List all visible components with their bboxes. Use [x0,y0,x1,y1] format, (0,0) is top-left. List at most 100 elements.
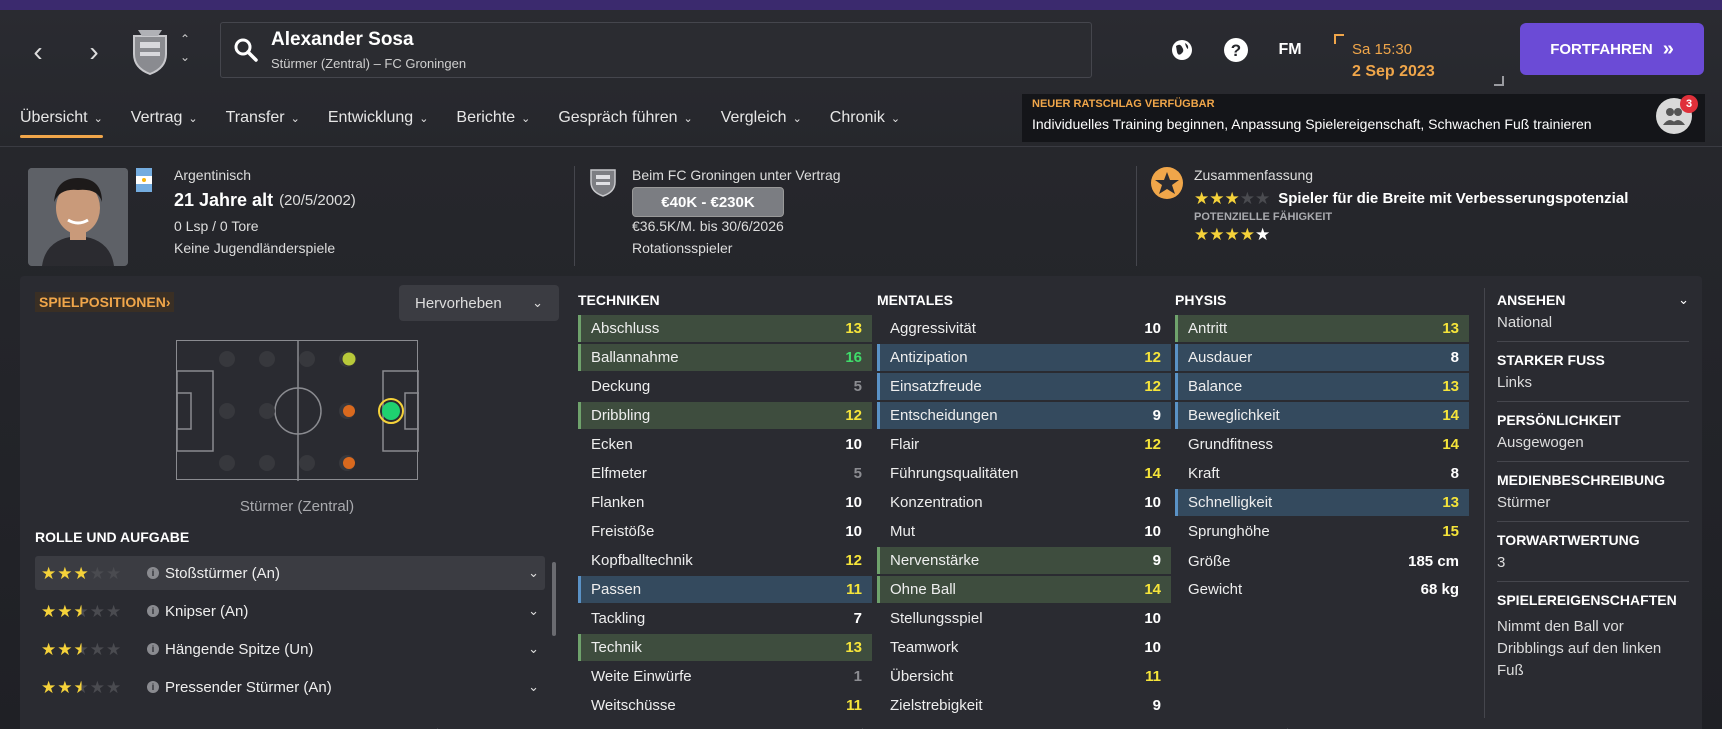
technical-attribute-row[interactable]: Passen 11 [578,576,872,603]
tab-7[interactable]: Chronik ⌄ [830,98,900,138]
mental-attribute-row[interactable]: Zielstrebigkeit 9 [877,692,1171,719]
position-pitch[interactable] [176,340,419,481]
technical-attribute-row[interactable]: Ballannahme 16 [578,344,872,371]
fm-menu-icon[interactable]: FM [1272,32,1308,68]
mental-attribute-row[interactable]: Stellungsspiel 10 [877,605,1171,632]
height-label: Größe [1188,553,1231,570]
technical-attribute-row[interactable]: Dribbling 12 [578,402,872,429]
chevron-down-icon[interactable]: ⌄ [528,679,539,695]
help-icon[interactable]: ? [1218,32,1254,68]
forward-arrow-icon[interactable]: › [72,30,116,74]
advice-text[interactable]: Individuelles Training beginnen, Anpassu… [1032,116,1695,132]
nationality[interactable]: Argentinisch [174,167,251,183]
tab-bar: Übersicht ⌄ Vertrag ⌄ Transfer ⌄ Entwicklung ⌄ B… [20,98,928,138]
role-rating-stars: ★ ★ ★ ★ ★ [41,641,141,658]
international-caps: 0 Lsp / 0 Tore [174,218,259,234]
mental-attribute-row[interactable]: Mut 10 [877,518,1171,545]
chevron-down-icon[interactable]: ⌄ [528,565,539,581]
summary-text: Spieler für die Breite mit Verbesserungs… [1278,190,1629,207]
role-row[interactable]: ★ ★ ★ ★ ★ i Hängende Spitze (Un) ⌄ [35,632,545,666]
positions-title-link[interactable]: SPIELPOSITIONEN› [35,292,175,312]
game-date[interactable]: 2 Sep 2023 [1352,63,1435,81]
chevron-down-icon[interactable]: ⌄ [528,603,539,619]
mental-attribute-row[interactable]: Ohne Ball 14 [877,576,1171,603]
continue-button[interactable]: FORTFAHREN » [1520,23,1704,75]
physical-title: PHYSIS [1175,292,1227,308]
chevron-down-icon[interactable]: ⌄ [1678,292,1689,308]
mental-attribute-row[interactable]: Entscheidungen 9 [877,402,1171,429]
physical-attribute-row[interactable]: Beweglichkeit 14 [1175,402,1469,429]
mental-attribute-row[interactable]: Antizipation 12 [877,344,1171,371]
info-icon[interactable]: i [147,605,159,617]
mental-attribute-row[interactable]: Teamwork 10 [877,634,1171,661]
mental-attribute-row[interactable]: Übersicht 11 [877,663,1171,690]
advice-banner[interactable]: NEUER RATSCHLAG VERFÜGBAR Individuelles … [1022,94,1705,142]
mental-attribute-row[interactable]: Nervenstärke 9 [877,547,1171,574]
tab-4[interactable]: Berichte ⌄ [456,98,530,138]
role-row[interactable]: ★ ★ ★ ★ ★ i Pressender Stürmer (An) ⌄ [35,670,545,704]
potential-ability-stars[interactable]: ★ ★ ★ ★ ★ [1194,226,1270,243]
physical-attribute-row[interactable]: Balance 13 [1175,373,1469,400]
highlight-dropdown[interactable]: Hervorheben ⌄ [399,285,559,321]
player-search-box[interactable]: Alexander Sosa Stürmer (Zentral) – FC Gr… [220,22,1092,78]
physical-attribute-row[interactable]: Kraft 8 [1175,460,1469,487]
globe-icon[interactable] [1164,32,1200,68]
rating-star-icon: ★ [41,601,57,621]
tab-6[interactable]: Vergleich ⌄ [721,98,802,138]
player-traits-value[interactable]: Nimmt den Ball vor Dribblings auf den li… [1497,616,1677,682]
technical-attribute-row[interactable]: Elfmeter 5 [578,460,872,487]
squad-up-down-icon[interactable]: ⌃ ⌄ [180,30,190,66]
tab-1[interactable]: Vertrag ⌄ [131,98,198,138]
attribute-name: Teamwork [890,639,959,656]
physical-attribute-row[interactable]: Sprunghöhe 15 [1175,518,1469,545]
physical-attribute-row[interactable]: Schnelligkeit 13 [1175,489,1469,516]
tab-label: Vergleich [720,109,787,126]
contract-club[interactable]: Beim FC Groningen unter Vertrag [632,167,841,183]
attribute-name: Nervenstärke [890,552,980,569]
back-arrow-icon[interactable]: ‹ [16,30,60,74]
current-ability-row[interactable]: ★ ★ ★ ★ ★ Spieler für die Breite mit Verbess… [1194,190,1628,207]
rating-star-icon: ★ [73,601,89,621]
technical-attribute-row[interactable]: Flanken 10 [578,489,872,516]
technical-attribute-row[interactable]: Freistöße 10 [578,518,872,545]
technical-attribute-row[interactable]: Weitschüsse 11 [578,692,872,719]
technical-attribute-row[interactable]: Deckung 5 [578,373,872,400]
role-row[interactable]: ★ ★ ★ ★ ★ i Stoßstürmer (An) ⌄ [35,556,545,590]
physical-attribute-row[interactable]: Antritt 13 [1175,315,1469,342]
info-icon[interactable]: i [147,567,159,579]
info-icon[interactable]: i [147,681,159,693]
transfer-value-pill[interactable]: €40K - €230K [632,187,784,217]
search-icon[interactable] [233,37,259,68]
technical-attribute-row[interactable]: Ecken 10 [578,431,872,458]
technical-attribute-row[interactable]: Kopfballtechnik 12 [578,547,872,574]
tab-0[interactable]: Übersicht ⌄ [20,98,103,138]
technical-attribute-row[interactable]: Weite Einwürfe 1 [578,663,872,690]
tab-3[interactable]: Entwicklung ⌄ [328,98,429,138]
physical-attribute-row[interactable]: Ausdauer 8 [1175,344,1469,371]
mental-attribute-row[interactable]: Aggressivität 10 [877,315,1171,342]
attribute-value: 14 [1442,436,1459,453]
reputation-header[interactable]: ANSEHEN ⌄ [1497,292,1689,308]
player-position-club[interactable]: Stürmer (Zentral) – FC Groningen [271,56,466,71]
attribute-value: 12 [1144,378,1161,395]
physical-attribute-row[interactable]: Grundfitness 14 [1175,431,1469,458]
mental-attribute-row[interactable]: Führungsqualitäten 14 [877,460,1171,487]
club-crest-icon[interactable] [128,28,172,76]
attribute-value: 14 [1144,581,1161,598]
reputation-label: ANSEHEN [1497,292,1566,308]
mental-attribute-row[interactable]: Einsatzfreude 12 [877,373,1171,400]
roles-scrollbar[interactable] [552,562,556,636]
technical-attribute-row[interactable]: Tackling 7 [578,605,872,632]
chevron-down-icon[interactable]: ⌄ [528,641,539,657]
tab-5[interactable]: Gespräch führen ⌄ [558,98,692,138]
technical-attribute-row[interactable]: Technik 13 [578,634,872,661]
argentina-flag-icon[interactable] [136,168,152,197]
chevron-down-icon: ⌄ [532,295,543,310]
role-row[interactable]: ★ ★ ★ ★ ★ i Knipser (An) ⌄ [35,594,545,628]
mental-attribute-row[interactable]: Konzentration 10 [877,489,1171,516]
technical-attribute-row[interactable]: Abschluss 13 [578,315,872,342]
info-icon[interactable]: i [147,643,159,655]
tab-2[interactable]: Transfer ⌄ [226,98,300,138]
mental-attribute-row[interactable]: Flair 12 [877,431,1171,458]
player-profile-screen: ‹ › ⌃ ⌄ Alexander Sosa Stürmer (Zentral) … [0,0,1722,729]
